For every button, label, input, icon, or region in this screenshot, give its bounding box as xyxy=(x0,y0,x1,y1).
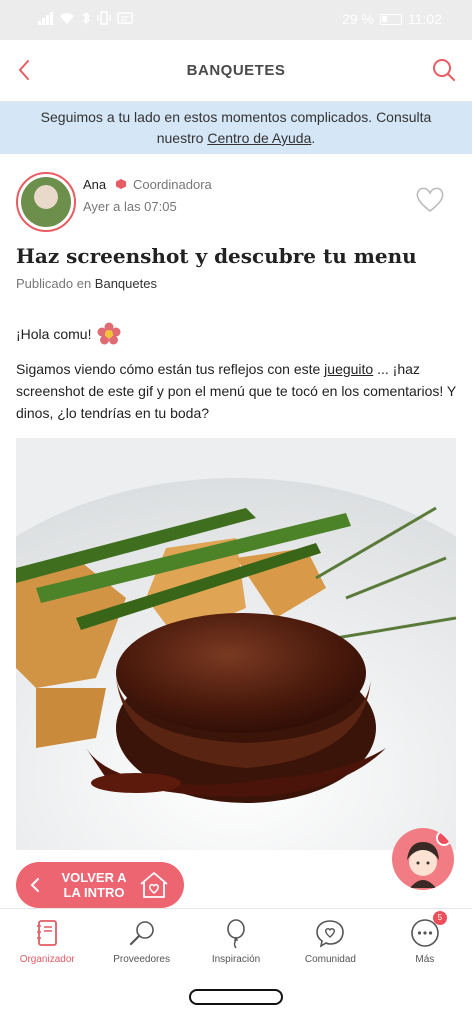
notice-banner: Seguimos a tu lado en estos momentos com… xyxy=(0,102,472,154)
back-to-intro-button[interactable]: VOLVER A LA INTRO xyxy=(16,862,184,908)
back-to-intro-line1: VOLVER A xyxy=(61,870,127,885)
tab-label: Comunidad xyxy=(304,954,356,965)
role-badge-icon xyxy=(116,179,126,189)
post-body: Sigamos viendo cómo están tus reflejos c… xyxy=(16,358,456,424)
assistant-notification-dot xyxy=(436,830,452,846)
post-author: Ana Coordinadora Ayer a las 07:05 xyxy=(16,172,456,234)
balloon-icon xyxy=(227,919,245,949)
tab-label: Más xyxy=(415,954,435,965)
bluetooth-icon xyxy=(82,11,91,25)
magnifier-icon xyxy=(129,921,154,946)
published-in: Publicado en Banquetes xyxy=(16,276,157,291)
chat-heart-icon xyxy=(316,920,345,948)
system-gesture-bar xyxy=(0,972,472,1024)
tab-comunidad[interactable]: Comunidad xyxy=(283,909,377,972)
tab-label: Organizador xyxy=(19,954,75,965)
page-title: BANQUETES xyxy=(186,62,286,79)
chevron-left-icon xyxy=(30,878,39,892)
heart-icon[interactable] xyxy=(414,184,446,214)
status-bar: 29 % 11:02 xyxy=(0,0,472,40)
notebook-icon xyxy=(37,920,58,946)
greeting-text: ¡Hola comu! xyxy=(16,326,92,342)
battery-icon xyxy=(380,13,402,25)
help-center-link[interactable]: Centro de Ayuda xyxy=(207,130,311,146)
back-to-intro-label: VOLVER A LA INTRO xyxy=(56,870,132,900)
published-prefix: Publicado en xyxy=(16,276,92,291)
bottom-navigation: Organizador Proveedores Inspiración Comu… xyxy=(0,908,472,972)
signal-icon xyxy=(38,11,53,25)
tab-organizador[interactable]: Organizador xyxy=(0,909,94,972)
flower-icon xyxy=(97,322,121,345)
notice-text-end: . xyxy=(311,130,316,146)
clock: 11:02 xyxy=(408,11,442,27)
search-icon[interactable] xyxy=(428,54,460,86)
tab-inspiracion[interactable]: Inspiración xyxy=(189,909,283,972)
wifi-icon xyxy=(60,13,74,24)
published-category[interactable]: Banquetes xyxy=(95,276,157,291)
avatar[interactable] xyxy=(16,172,76,232)
status-icons-right: 29 % 11:02 xyxy=(342,11,442,27)
post-image xyxy=(16,438,456,850)
app-header: BANQUETES xyxy=(0,40,472,102)
vibrate-icon xyxy=(97,11,111,25)
back-to-intro-line2: LA INTRO xyxy=(63,885,125,900)
author-role: Coordinadora xyxy=(133,177,212,192)
author-name[interactable]: Ana xyxy=(83,177,106,192)
post-time: Ayer a las 07:05 xyxy=(83,199,177,214)
tab-label: Proveedores xyxy=(113,954,170,965)
status-icons-left xyxy=(38,11,133,25)
assistant-avatar[interactable] xyxy=(392,828,454,890)
notification-badge: 5 xyxy=(432,911,447,925)
tab-label: Inspiración xyxy=(211,954,261,965)
battery-percent: 29 % xyxy=(342,11,374,27)
home-indicator[interactable] xyxy=(189,989,283,1005)
body-text: Sigamos viendo cómo están tus reflejos c… xyxy=(16,361,325,377)
greeting: ¡Hola comu! xyxy=(16,322,121,346)
home-heart-icon xyxy=(140,871,168,898)
tab-mas[interactable]: 5 Más xyxy=(378,909,472,972)
post-title: Haz screenshot y descubre tu menu xyxy=(16,244,417,268)
notification-icon xyxy=(117,12,133,24)
avatar-photo xyxy=(21,177,71,227)
tab-proveedores[interactable]: Proveedores xyxy=(94,909,188,972)
jueguito-link[interactable]: jueguito xyxy=(324,361,373,377)
